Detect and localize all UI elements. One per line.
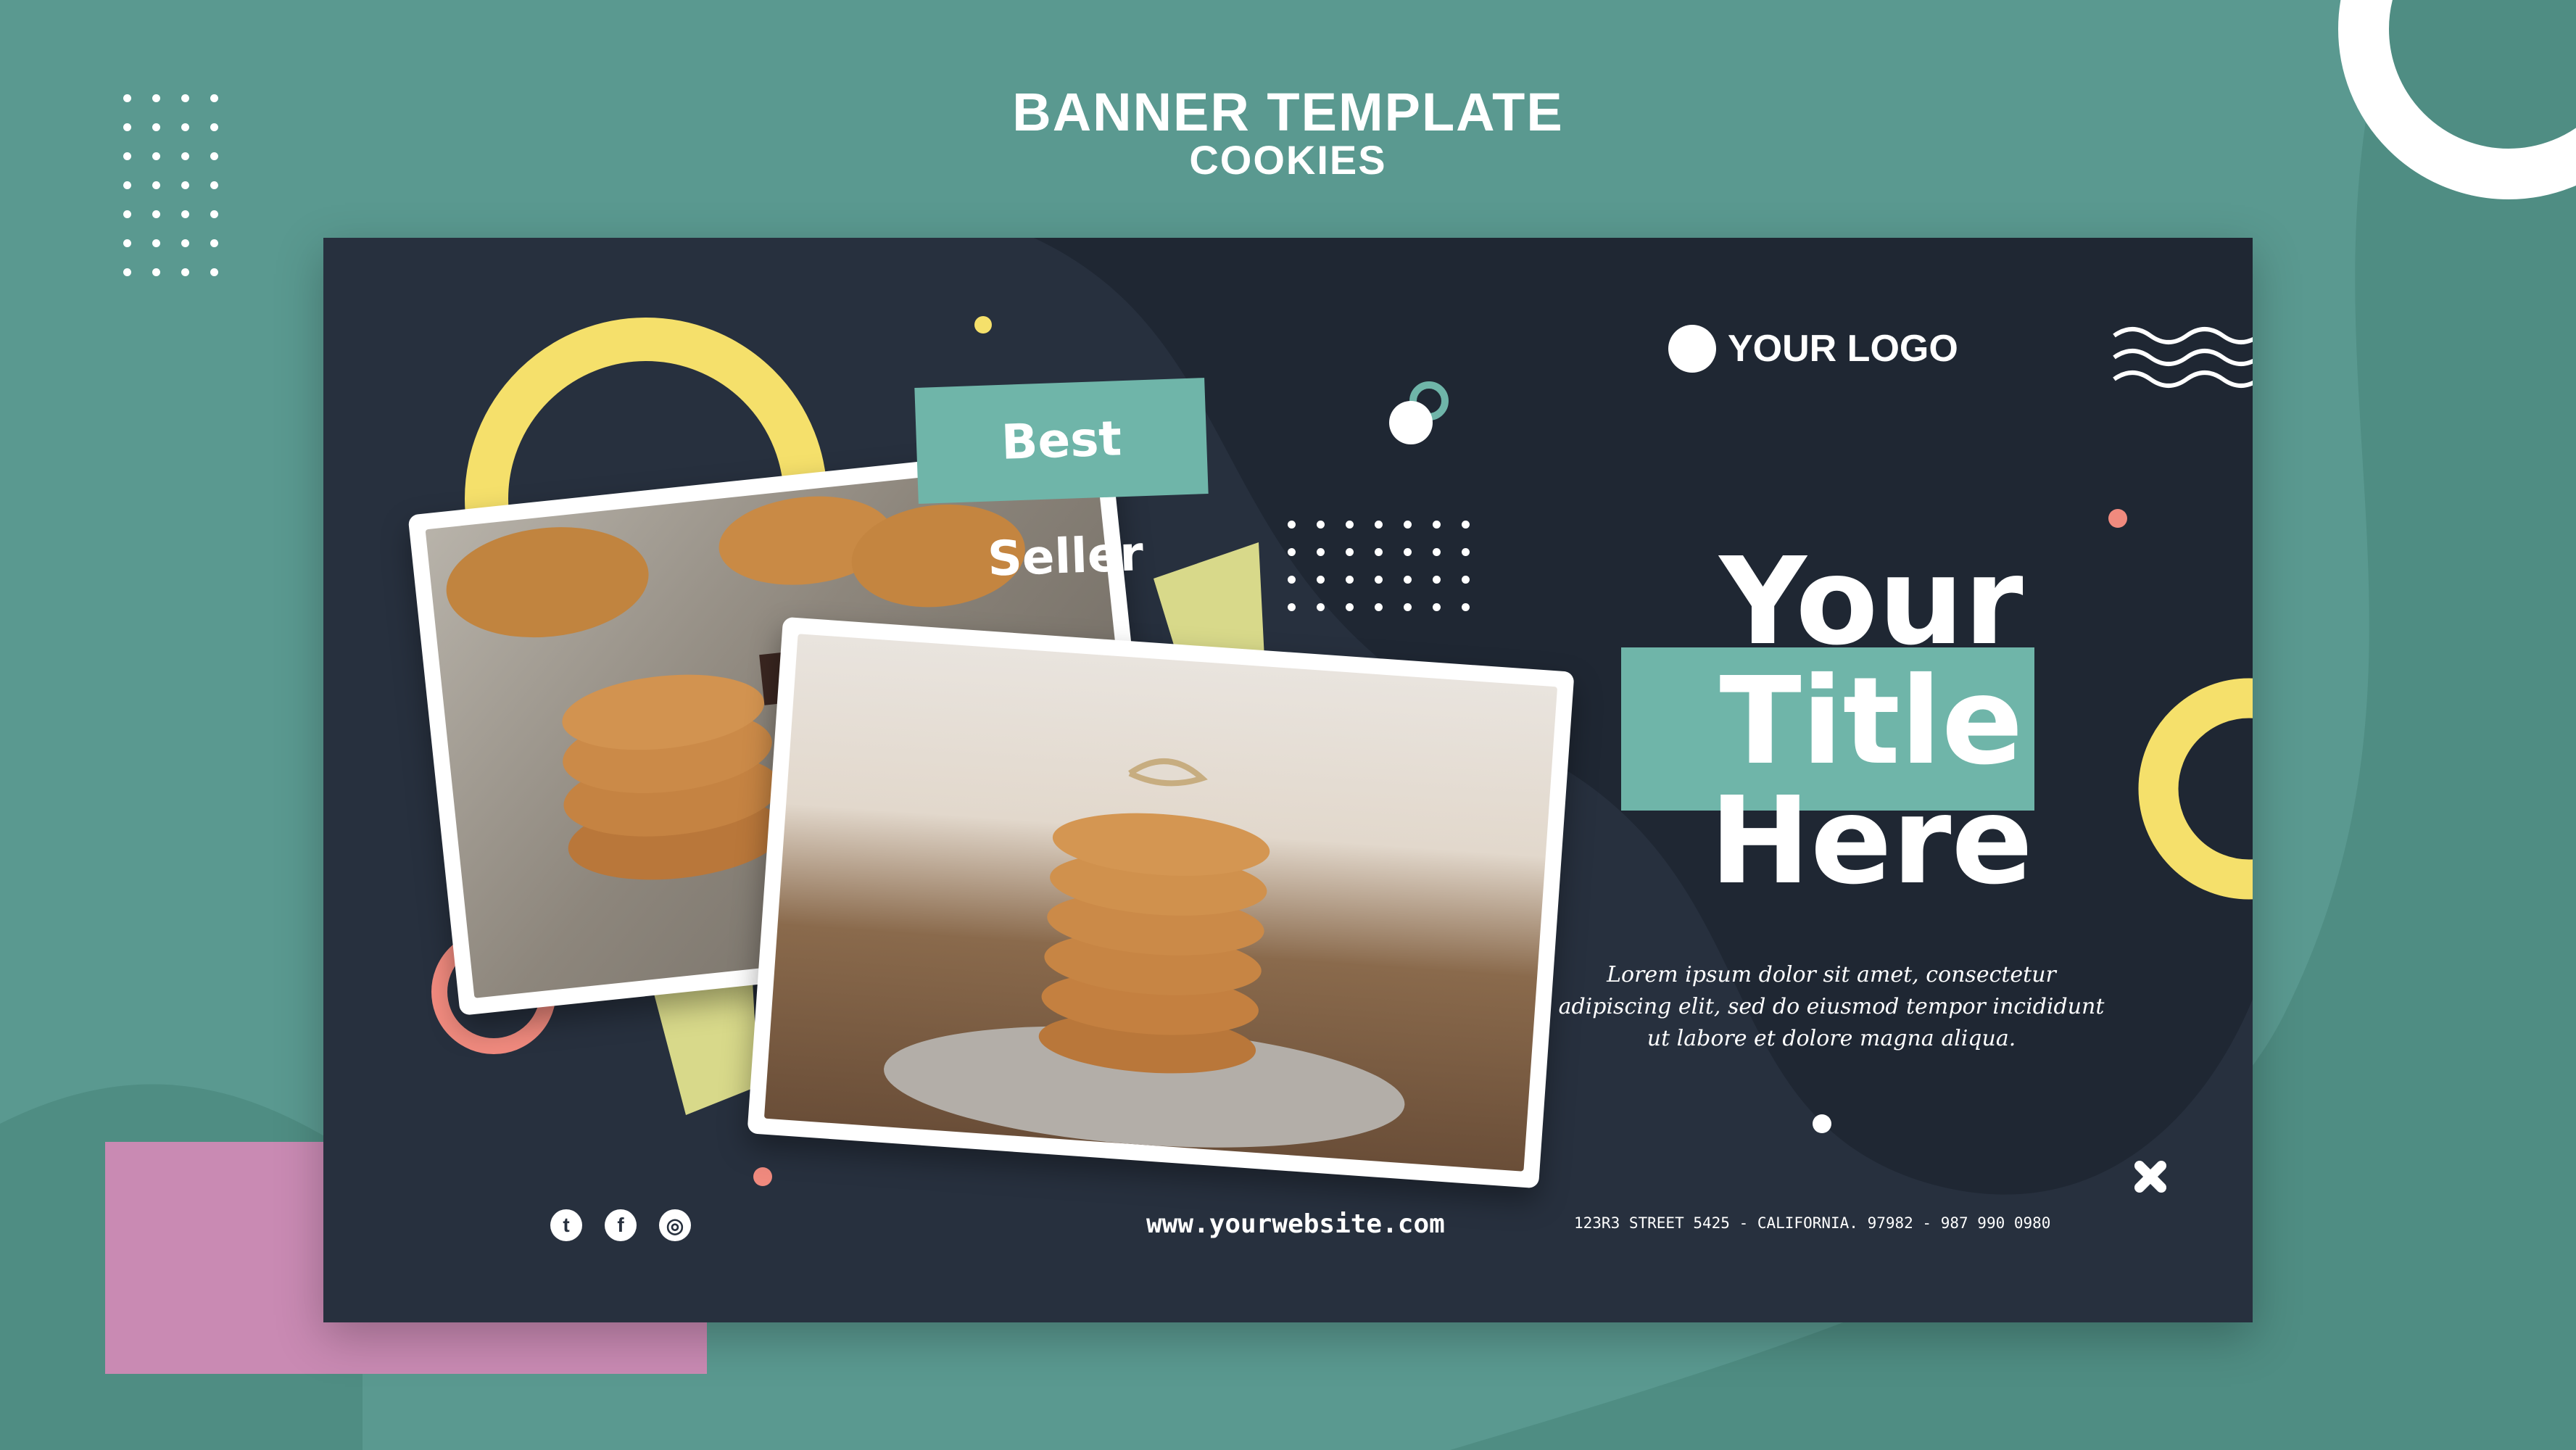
dot [152, 152, 160, 160]
dot [1317, 576, 1325, 584]
dot [123, 239, 131, 247]
dot [1375, 521, 1383, 529]
twitter-icon[interactable]: t [550, 1209, 582, 1241]
dot [152, 181, 160, 189]
dot-grid-decor [1288, 521, 1491, 631]
website-link[interactable]: www.yourwebsite.com [1146, 1209, 1445, 1239]
logo-mark-icon [1668, 325, 1716, 373]
title-line-2: Title [1719, 652, 2024, 792]
cookie-image [763, 634, 1558, 1172]
dot [1433, 603, 1441, 611]
dot [210, 123, 218, 131]
dot [123, 94, 131, 102]
dot [1317, 603, 1325, 611]
dot [210, 239, 218, 247]
dot [181, 210, 189, 218]
dot [152, 268, 160, 276]
dot [1433, 576, 1441, 584]
dot [1404, 603, 1412, 611]
dot [1462, 521, 1470, 529]
dot [152, 123, 160, 131]
body-text: Lorem ipsum dolor sit amet, consectetur … [1558, 962, 2105, 1051]
close-x-icon [2134, 1161, 2166, 1193]
dot [1346, 576, 1354, 584]
white-dot [1389, 401, 1433, 444]
dot [1375, 576, 1383, 584]
dot [1462, 576, 1470, 584]
dot [1375, 548, 1383, 556]
dot [1375, 603, 1383, 611]
title-line-1: Your [1719, 532, 2024, 672]
white-dot [1813, 1114, 1831, 1133]
cookie-stack-illustration [884, 758, 1405, 1148]
dot [1404, 576, 1412, 584]
dot [210, 181, 218, 189]
dot [210, 94, 218, 102]
logo-text: YOUR LOGO [1728, 328, 1958, 370]
dot-grid-decor [123, 94, 239, 297]
dot [123, 152, 131, 160]
dot [181, 239, 189, 247]
banner: Best Seller YOUR LOGO Your Title Here Lo… [323, 238, 2253, 1322]
dot [123, 123, 131, 131]
dot [181, 94, 189, 102]
dot [1404, 521, 1412, 529]
dot [1462, 603, 1470, 611]
dot [1404, 548, 1412, 556]
dot [1462, 548, 1470, 556]
logo: YOUR LOGO [1668, 325, 1958, 373]
yellow-dot [974, 316, 992, 334]
dot [1317, 548, 1325, 556]
facebook-icon[interactable]: f [605, 1209, 637, 1241]
dot [1346, 521, 1354, 529]
dot [181, 268, 189, 276]
dot [210, 152, 218, 160]
dot [152, 210, 160, 218]
dot [123, 181, 131, 189]
dot [1288, 603, 1296, 611]
dot [1433, 548, 1441, 556]
dot [1288, 548, 1296, 556]
page-subtitle: COOKIES [1189, 137, 1387, 183]
pink-dot [2108, 509, 2127, 528]
dot [181, 181, 189, 189]
dot [1317, 521, 1325, 529]
dot [1433, 521, 1441, 529]
dot [181, 152, 189, 160]
dot [152, 94, 160, 102]
dot [123, 210, 131, 218]
page-title: BANNER TEMPLATE [1012, 82, 1564, 142]
title-line-3: Here [1710, 771, 2033, 911]
instagram-icon[interactable]: ◎ [659, 1209, 691, 1241]
dot [210, 268, 218, 276]
dot [181, 123, 189, 131]
dot [1288, 521, 1296, 529]
dot [123, 268, 131, 276]
dot [1346, 603, 1354, 611]
dot [1288, 576, 1296, 584]
dot [152, 239, 160, 247]
pink-dot [753, 1167, 772, 1186]
cookie-photo-front [747, 616, 1575, 1189]
dot [210, 210, 218, 218]
address-text: 123R3 STREET 5425 - CALIFORNIA. 97982 - … [1574, 1214, 2051, 1232]
dot [1346, 548, 1354, 556]
best-seller-badge: Best Seller [914, 378, 1209, 587]
